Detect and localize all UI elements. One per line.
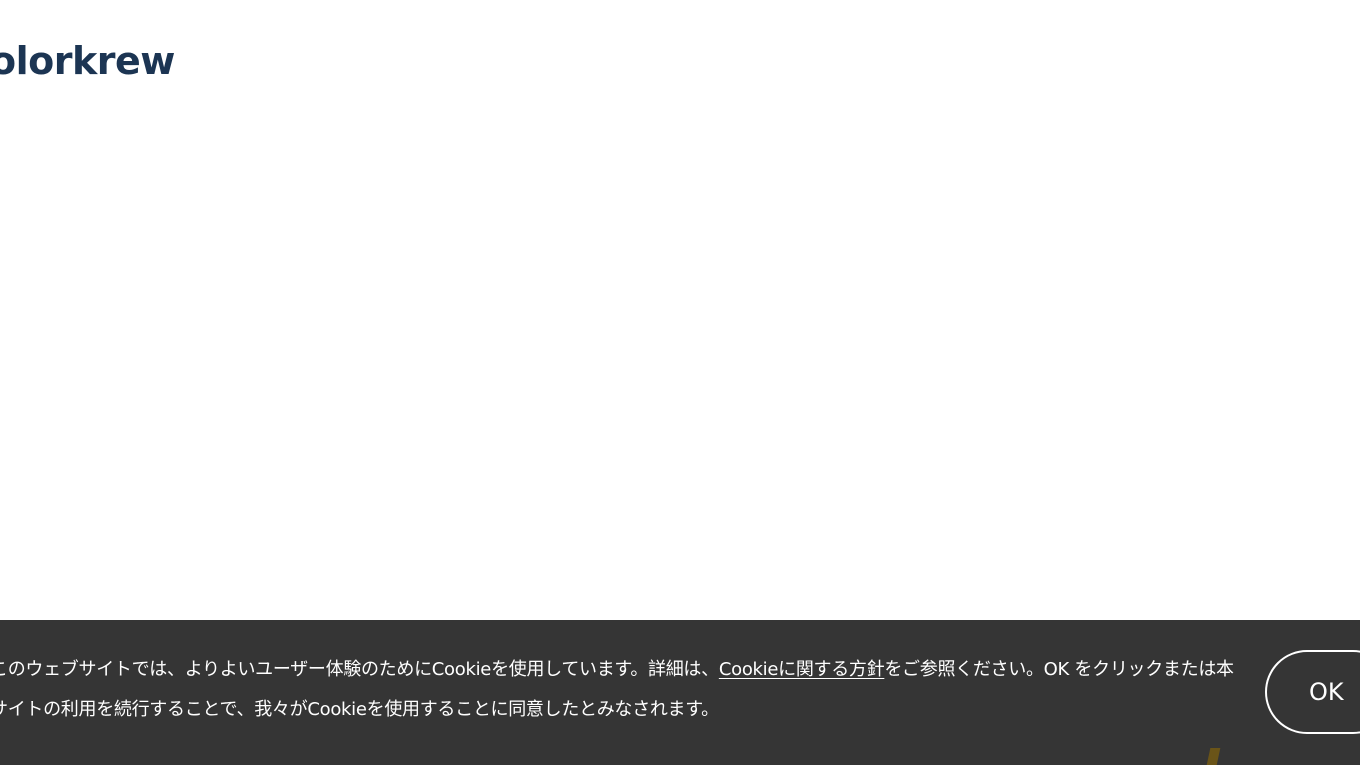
page: olorkrew このウェブサイトでは、よりよいユーザー体験のためにCookie… [0,0,1360,765]
cookie-message-intro: このウェブサイトでは、よりよいユーザー体験のためにCookieを使用しています。… [0,659,719,680]
site-logo[interactable]: olorkrew [0,36,175,86]
cookie-ok-button[interactable]: OK [1265,650,1360,734]
decorative-mark [1205,748,1221,765]
cookie-policy-link[interactable]: Cookieに関する方針 [719,659,885,680]
cookie-consent-banner: このウェブサイトでは、よりよいユーザー体験のためにCookieを使用しています。… [0,620,1360,765]
cookie-message: このウェブサイトでは、よりよいユーザー体験のためにCookieを使用しています。… [0,650,1235,730]
